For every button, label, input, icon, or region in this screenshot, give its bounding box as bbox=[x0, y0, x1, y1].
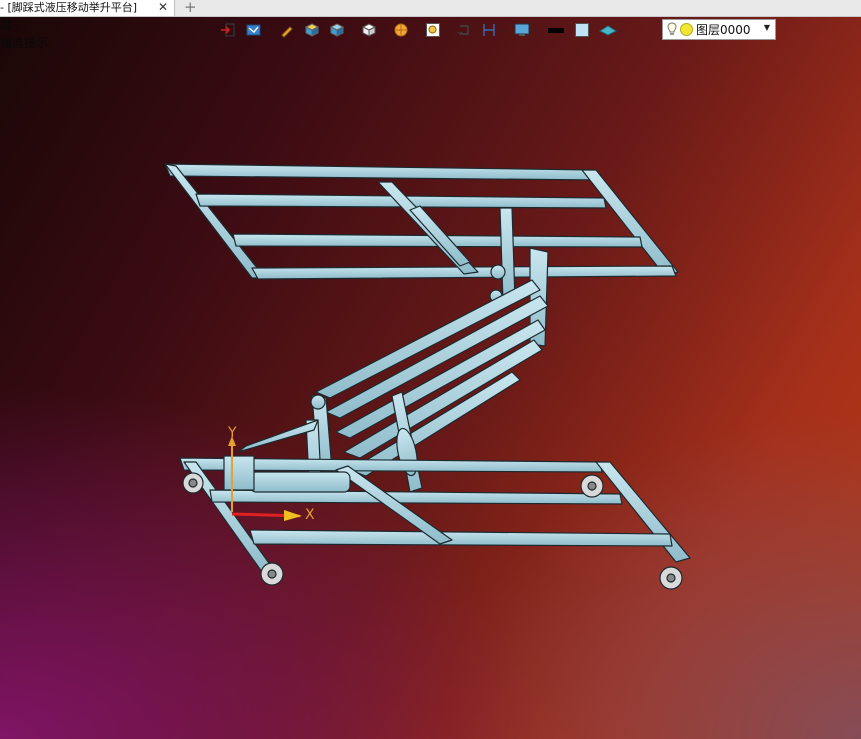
wireframe-box-icon bbox=[361, 23, 376, 37]
display-settings-button[interactable]: ⌄ bbox=[511, 19, 540, 41]
rotate-icon bbox=[458, 25, 470, 35]
status-hint-1: 度 bbox=[0, 18, 13, 32]
line-color-icon bbox=[548, 28, 565, 33]
exit-view-button[interactable] bbox=[218, 19, 238, 41]
exit-view-icon bbox=[221, 23, 235, 37]
view-toolbar: ⌄ ⌄ ⌄ ⌄ ⌄ ⌄ ⌄ ⌄ bbox=[218, 18, 631, 42]
layer-plane-button[interactable]: ⌄ bbox=[597, 19, 626, 41]
dropdown-arrow-icon[interactable]: ▼ bbox=[764, 23, 770, 32]
chevron-down-icon: ⌄ bbox=[532, 26, 539, 34]
lower-pivot bbox=[310, 394, 326, 410]
dimension-button[interactable]: ⌄ bbox=[479, 19, 506, 41]
chevron-down-icon: ⌄ bbox=[498, 26, 505, 34]
chevron-down-icon: ⌄ bbox=[409, 26, 416, 34]
chevron-down-icon: ⌄ bbox=[377, 26, 384, 34]
add-tab-icon[interactable]: + bbox=[184, 0, 197, 15]
display-settings-icon bbox=[514, 23, 530, 36]
line-color-button[interactable] bbox=[545, 19, 567, 41]
top-frame-rail-back bbox=[164, 163, 599, 181]
view-orientation-icon bbox=[246, 24, 261, 36]
sketch-button[interactable] bbox=[277, 19, 297, 41]
fill-color-icon bbox=[575, 23, 590, 37]
pedal-lever bbox=[237, 419, 319, 453]
axis-x-label: X bbox=[305, 507, 315, 523]
upper-pivot bbox=[490, 264, 506, 280]
chevron-down-icon: ⌄ bbox=[345, 26, 352, 34]
document-tab[interactable]: - [脚踩式液压移动举升平台] ✕ bbox=[0, 0, 175, 16]
render-box-icon bbox=[329, 23, 344, 37]
wireframe-mode-button[interactable]: ⌄ bbox=[359, 19, 386, 41]
lightbulb-icon[interactable] bbox=[667, 22, 677, 37]
base-rail-right bbox=[595, 461, 691, 563]
view-orientation-button[interactable]: ⌄ bbox=[243, 19, 272, 41]
rotate-button[interactable] bbox=[454, 19, 474, 41]
shaded-mode-button[interactable] bbox=[302, 19, 322, 41]
upper-bracket bbox=[499, 207, 516, 303]
pump-pedal bbox=[223, 455, 255, 491]
render-style-button[interactable]: ⌄ bbox=[391, 19, 418, 41]
render-mode-button[interactable]: ⌄ bbox=[327, 19, 354, 41]
chevron-down-icon: ⌄ bbox=[618, 26, 624, 34]
top-frame-rail-right bbox=[581, 169, 679, 277]
lift-platform-model bbox=[164, 163, 691, 590]
axis-y-label: Y bbox=[228, 425, 237, 441]
layer-color-swatch bbox=[680, 23, 693, 36]
zoom-fit-icon bbox=[425, 23, 440, 37]
3d-viewport[interactable]: 度 诸选提示 Y X bbox=[0, 17, 861, 739]
top-frame-rail-left bbox=[164, 163, 266, 279]
zoom-fit-button[interactable]: ⌄ bbox=[423, 19, 450, 41]
document-tab-title: - [脚踩式液压移动举升平台] bbox=[0, 1, 138, 14]
shaded-box-icon bbox=[304, 23, 319, 37]
pump-cylinder bbox=[249, 471, 351, 493]
dimension-icon bbox=[483, 24, 496, 36]
layer-plane-icon bbox=[599, 25, 618, 36]
close-tab-icon[interactable]: ✕ bbox=[158, 0, 168, 15]
chevron-down-icon: ⌄ bbox=[264, 26, 270, 34]
layer-dropdown[interactable]: 图层0000 ▼ bbox=[662, 19, 776, 40]
chevron-down-icon: ⌄ bbox=[441, 26, 448, 34]
pencil-icon bbox=[281, 26, 293, 38]
fill-color-button[interactable] bbox=[572, 19, 592, 41]
status-hint-2: 诸选提示 bbox=[0, 36, 49, 50]
tab-bar: - [脚踩式液压移动举升平台] ✕ + bbox=[0, 0, 861, 17]
layer-name: 图层0000 bbox=[696, 23, 751, 37]
base-rail-front bbox=[249, 529, 673, 547]
render-ball-icon bbox=[394, 23, 408, 37]
